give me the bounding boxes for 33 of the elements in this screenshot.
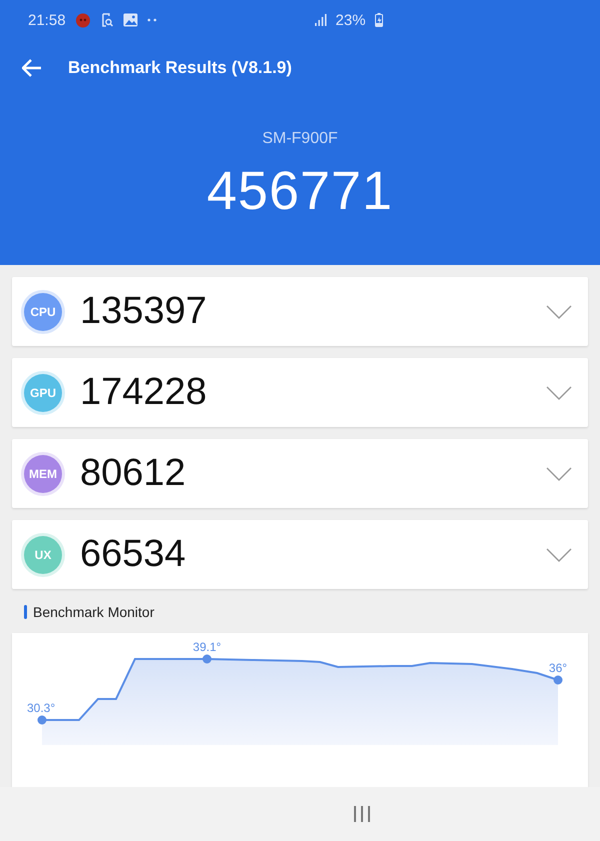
score-card[interactable]: CPU 135397 <box>12 277 588 346</box>
expand-chevron-icon[interactable] <box>546 466 572 480</box>
battery-percent: 23% <box>336 12 366 28</box>
score-card[interactable]: UX 66534 <box>12 520 588 589</box>
expand-chevron-icon[interactable] <box>546 548 572 562</box>
expand-chevron-icon[interactable] <box>546 386 572 400</box>
category-badge: MEM <box>24 454 62 492</box>
category-badge: GPU <box>24 374 62 412</box>
total-score: 456771 <box>206 160 394 222</box>
temperature-label: 30.3° <box>27 701 56 715</box>
temperature-label: 39.1° <box>192 640 222 654</box>
category-score: 66534 <box>80 533 186 576</box>
back-arrow-icon[interactable] <box>22 59 42 77</box>
category-badge: UX <box>24 536 62 574</box>
screen-title: Benchmark Results (V8.1.9) <box>68 58 292 78</box>
score-card[interactable]: MEM 80612 <box>12 439 588 508</box>
section-title: Benchmark Monitor <box>33 604 154 620</box>
status-time: 21:58 <box>28 12 66 28</box>
expand-chevron-icon[interactable] <box>546 304 572 318</box>
category-score: 135397 <box>80 290 207 333</box>
image-icon <box>122 13 138 27</box>
score-card[interactable]: GPU 174228 <box>12 358 588 427</box>
device-model: SM-F900F <box>261 130 339 148</box>
search-document-icon <box>100 12 114 28</box>
category-score: 80612 <box>80 452 186 495</box>
category-score: 174228 <box>80 371 207 414</box>
signal-icon <box>314 14 327 26</box>
more-notifications-icon <box>146 18 157 22</box>
recent-apps-icon[interactable] <box>353 806 371 822</box>
category-badge: CPU <box>24 292 62 330</box>
battery-charging-icon <box>374 13 383 27</box>
temperature-label: 36° <box>548 661 568 675</box>
app-notification-icon <box>74 12 91 28</box>
